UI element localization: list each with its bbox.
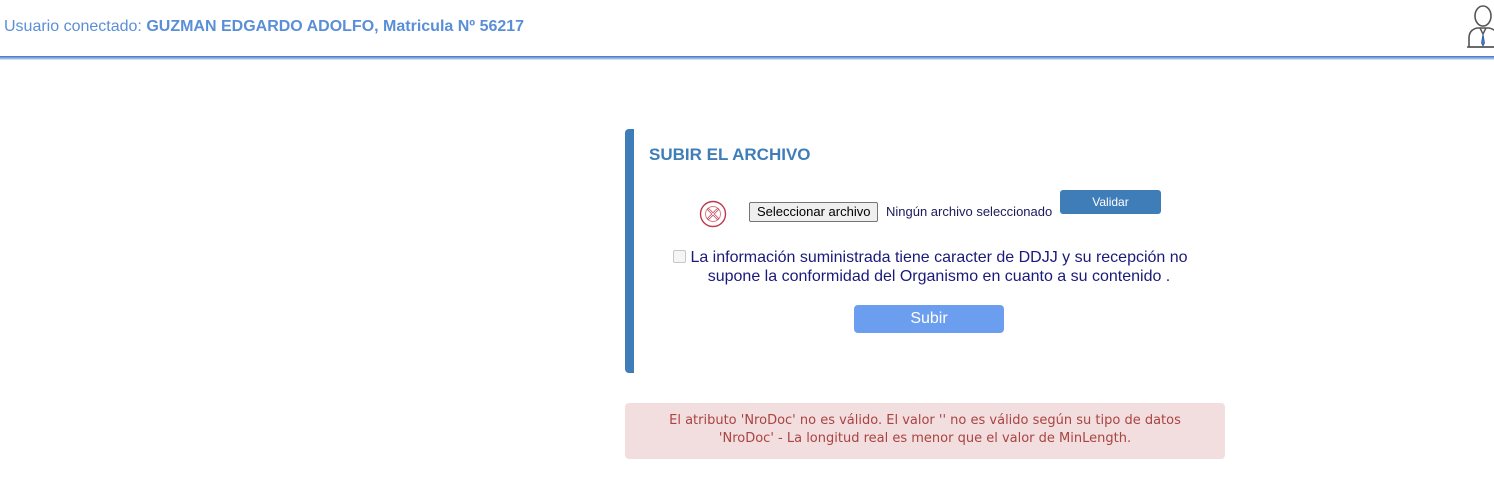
- connected-user: Usuario conectado: GUZMAN EDGARDO ADOLFO…: [4, 18, 524, 36]
- panel-title: SUBIR EL ARCHIVO: [649, 145, 811, 164]
- upload-panel: SUBIR EL ARCHIVO Seleccionar archivo Nin…: [625, 129, 1225, 373]
- select-file-button[interactable]: Seleccionar archivo: [749, 202, 879, 222]
- file-selection-status: Ningún archivo seleccionado: [886, 204, 1053, 219]
- submit-button[interactable]: Subir: [854, 305, 1004, 333]
- error-alert: El atributo 'NroDoc' no es válido. El va…: [625, 403, 1225, 459]
- top-header: Usuario conectado: GUZMAN EDGARDO ADOLFO…: [0, 0, 1494, 56]
- panel-accent-bar: [625, 129, 634, 373]
- header-divider: [0, 56, 1494, 60]
- user-profile-icon[interactable]: [1464, 4, 1494, 48]
- validate-button[interactable]: Validar: [1060, 190, 1161, 214]
- error-message-line2: 'NroDoc' - La longitud real es menor que…: [718, 431, 1132, 446]
- error-circle-x-icon: [699, 200, 727, 228]
- declaration-text: La información suministrada tiene caract…: [690, 249, 1188, 285]
- connected-user-label: Usuario conectado:: [4, 18, 142, 35]
- connected-user-name: GUZMAN EDGARDO ADOLFO, Matricula Nº 5621…: [146, 18, 525, 35]
- error-message-line1: El atributo 'NroDoc' no es válido. El va…: [669, 413, 1181, 428]
